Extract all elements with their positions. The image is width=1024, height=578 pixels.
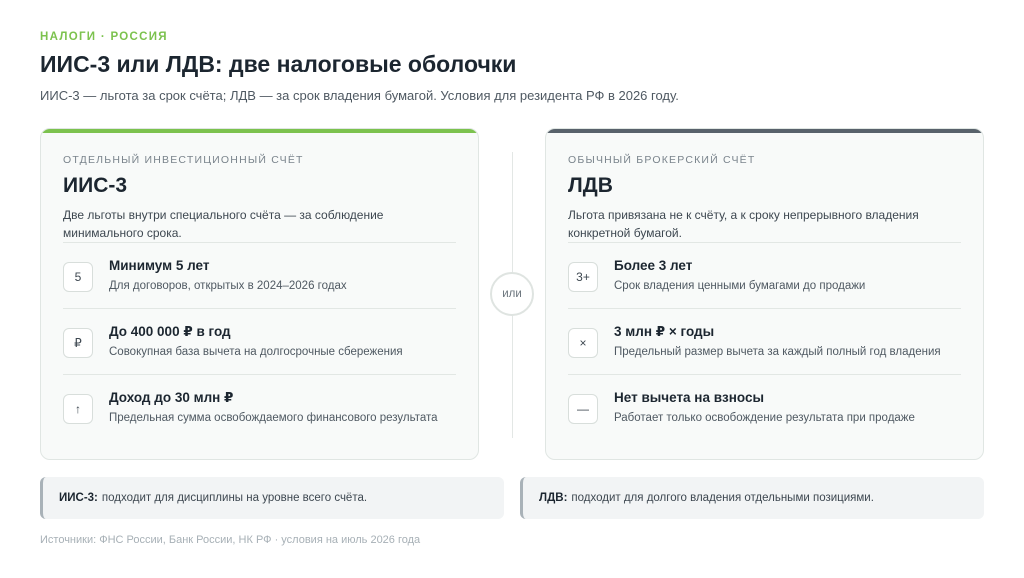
feature-badge: ↑ bbox=[63, 394, 93, 424]
card-description: Льгота привязана не к счёту, а к сроку н… bbox=[568, 208, 919, 240]
feature-text: Совокупная база вычета на долгосрочные с… bbox=[109, 346, 403, 358]
feature-item: ↑ Доход до 30 млн ₽ Предельная сумма осв… bbox=[63, 388, 456, 438]
note-label: ЛДВ: bbox=[539, 492, 568, 504]
feature-title: Минимум 5 лет bbox=[109, 258, 210, 273]
note-label: ИИС-3: bbox=[59, 492, 98, 504]
card-kicker: ОБЫЧНЫЙ БРОКЕРСКИЙ СЧЁТ bbox=[568, 154, 756, 166]
feature-item: × 3 млн ₽ × годы Предельный размер вычет… bbox=[568, 322, 961, 372]
feature-badge: 3+ bbox=[568, 262, 598, 292]
card-accent-bar bbox=[546, 129, 983, 133]
sources-footer: Источники: ФНС России, Банк России, НК Р… bbox=[40, 534, 421, 546]
feature-badge: — bbox=[568, 394, 598, 424]
or-badge: или bbox=[490, 272, 534, 316]
item-divider bbox=[63, 308, 456, 309]
card-accent-bar bbox=[41, 129, 478, 133]
card-divider bbox=[63, 242, 456, 243]
feature-item: 3+ Более 3 лет Срок владения ценными бум… bbox=[568, 256, 961, 306]
feature-text: Работает только освобождение результата … bbox=[614, 412, 915, 424]
page-subtitle: ИИС-3 — льгота за срок счёта; ЛДВ — за с… bbox=[40, 88, 679, 103]
feature-item: 5 Минимум 5 лет Для договоров, открытых … bbox=[63, 256, 456, 306]
card-description: Две льготы внутри специального счёта — з… bbox=[63, 208, 384, 240]
iis3-card: ОТДЕЛЬНЫЙ ИНВЕСТИЦИОННЫЙ СЧЁТ ИИС-3 Две … bbox=[40, 128, 479, 460]
card-title: ЛДВ bbox=[568, 174, 613, 197]
ldv-note: ЛДВ: подходит для долгого владения отдел… bbox=[520, 477, 984, 519]
feature-badge: ₽ bbox=[63, 328, 93, 358]
ldv-card: ОБЫЧНЫЙ БРОКЕРСКИЙ СЧЁТ ЛДВ Льгота привя… bbox=[545, 128, 984, 460]
card-divider bbox=[568, 242, 961, 243]
note-text: подходит для дисциплины на уровне всего … bbox=[101, 492, 368, 504]
feature-title: 3 млн ₽ × годы bbox=[614, 324, 715, 339]
feature-text: Срок владения ценными бумагами до продаж… bbox=[614, 280, 866, 292]
page-title: ИИС-3 или ЛДВ: две налоговые оболочки bbox=[40, 51, 517, 77]
feature-badge: × bbox=[568, 328, 598, 358]
feature-text: Для договоров, открытых в 2024–2026 года… bbox=[109, 280, 347, 292]
feature-title: Доход до 30 млн ₽ bbox=[109, 390, 234, 405]
feature-title: Более 3 лет bbox=[614, 258, 693, 273]
feature-text: Предельная сумма освобождаемого финансов… bbox=[109, 412, 438, 424]
eyebrow-label: НАЛОГИ · РОССИЯ bbox=[40, 31, 168, 43]
item-divider bbox=[568, 308, 961, 309]
feature-text: Предельный размер вычета за каждый полны… bbox=[614, 346, 941, 358]
feature-item: ₽ До 400 000 ₽ в год Совокупная база выч… bbox=[63, 322, 456, 372]
feature-badge: 5 bbox=[63, 262, 93, 292]
card-kicker: ОТДЕЛЬНЫЙ ИНВЕСТИЦИОННЫЙ СЧЁТ bbox=[63, 154, 304, 166]
feature-item: — Нет вычета на взносы Работает только о… bbox=[568, 388, 961, 438]
feature-title: До 400 000 ₽ в год bbox=[109, 324, 231, 339]
feature-title: Нет вычета на взносы bbox=[614, 390, 764, 405]
card-title: ИИС-3 bbox=[63, 174, 128, 197]
item-divider bbox=[63, 374, 456, 375]
note-text: подходит для долгого владения отдельными… bbox=[571, 492, 874, 504]
item-divider bbox=[568, 374, 961, 375]
iis3-note: ИИС-3: подходит для дисциплины на уровне… bbox=[40, 477, 504, 519]
